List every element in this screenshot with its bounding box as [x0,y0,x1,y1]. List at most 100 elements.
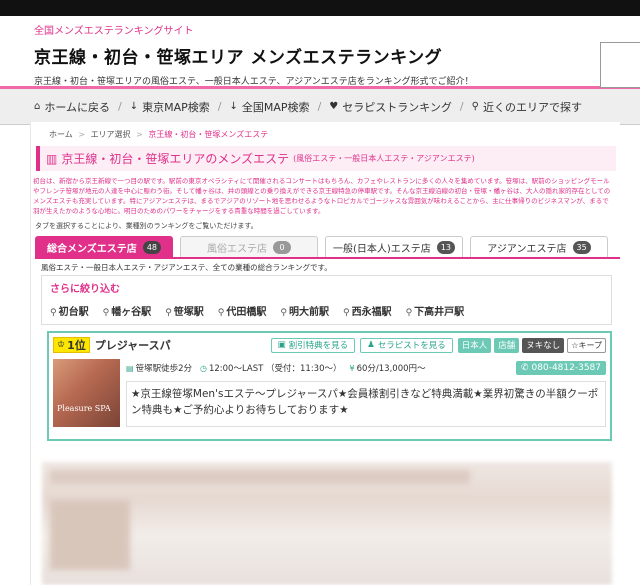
pin-icon: ⚲ [405,308,413,318]
blurred-listing-thumb [50,500,130,570]
tab-fuzoku-count: 0 [273,240,291,254]
category-tabs: 総合メンズエステ店 48 風俗エステ店 0 一般(日本人)エステ店 13 アジア… [35,236,620,257]
station-label: 明大前駅 [288,307,329,318]
breadcrumb-home[interactable]: ホーム [49,130,73,139]
nav-separator: / [118,100,122,113]
rank-label: 1位 [67,339,86,352]
shop-access: 笹塚駅徒歩2分 [135,364,192,374]
station-label: 下高井戸駅 [414,307,465,318]
pin-icon: ⚲ [217,308,225,318]
site-description: 京王線・初台・笹塚エリアの風俗エステ、一般日本人エステ、アジアンエステ店をランキ… [34,77,474,87]
phone-button[interactable]: ✆ 080-4812-3587 [515,361,606,375]
station-link[interactable]: ⚲ 代田橋駅 [218,303,267,318]
nav-tokyo-map-label: 東京MAP検索 [142,100,210,114]
station-link[interactable]: ⚲ 明大前駅 [280,303,329,318]
therapist-button[interactable]: ♟ セラピストを見る [360,337,453,353]
breadcrumb: ホーム > エリア選択 > 京王線・初台・笹塚メンズエステ [31,122,620,144]
breadcrumb-current: 京王線・初台・笹塚メンズエステ [148,130,269,139]
site-header: 全国メンズエステランキングサイト 京王線・初台・笹塚エリア メンズエステランキン… [0,16,640,88]
nav-therapist-ranking[interactable]: ♥ セラピストランキング [329,99,452,115]
therapist-button-label: セラピストを見る [377,341,446,351]
shop-hours: 12:00～LAST （受付：11:30～） [208,364,342,374]
filter-title: さらに絞り込む [50,284,120,295]
shop-price: 60分/13,000円～ [356,364,426,374]
nav-nearby-label: 近くのエリアで探す [482,100,582,114]
breadcrumb-separator: > [136,130,143,139]
station-label: 幡ヶ谷駅 [111,307,152,318]
station-link[interactable]: ⚲ 下高井戸駅 [406,303,465,318]
pin-icon: ⚲ [102,308,110,318]
site-tag[interactable]: 全国メンズエステランキングサイト [34,22,640,37]
pin-icon: ⚲ [342,308,350,318]
nav-separator: / [317,100,322,113]
blurred-listing-header [50,470,470,484]
pin-icon: ⚲ [50,308,57,318]
nav-separator: / [459,100,464,113]
shop-card: ♔ 1位 プレジャースパ ▣ 割引特典を見る ♟ セラピストを見る 日本人 店舗… [47,331,612,441]
tab-panel: 風俗エステ・一般日本人エステ・アジアンエステ、全ての業種の総合ランキングです。 … [35,257,620,441]
badge-store: 店舗 [494,337,520,353]
tab-description: 風俗エステ・一般日本人エステ・アジアンエステ、全ての業種の総合ランキングです。 [41,263,332,272]
nav-home[interactable]: ⌂ ホームに戻る [34,99,110,115]
yen-icon: ¥ [349,363,355,373]
shop-header: ♔ 1位 プレジャースパ ▣ 割引特典を見る ♟ セラピストを見る 日本人 店舗… [49,333,610,357]
shop-thumbnail[interactable]: Pleasure SPA [53,359,120,427]
shop-logo: Pleasure SPA [57,404,111,413]
arrow-down-icon: ↓ [229,101,238,112]
keep-button[interactable]: ☆キープ [567,337,606,353]
badge-japanese: 日本人 [457,337,492,353]
station-link[interactable]: ⚲ 西永福駅 [343,303,392,318]
home-icon: ⌂ [34,101,41,112]
nav-tokyo-map[interactable]: ↓ 東京MAP検索 [130,99,210,115]
badge-nuki: ヌキなし [522,337,565,353]
ticket-icon: ▣ [277,340,286,350]
shop-info: ▤ 笹塚駅徒歩2分 ◷ 12:00～LAST （受付：11:30～） ¥ 60分… [126,359,606,427]
section-title-text: 京王線・初台・笹塚エリアのメンズエステ [61,152,290,166]
nav-japan-map[interactable]: ↓ 全国MAP検索 [230,99,310,115]
clock-icon: ◷ [199,363,207,373]
breadcrumb-separator: > [78,130,86,139]
site-title[interactable]: 京王線・初台・笹塚エリア メンズエステランキング [34,43,640,68]
area-intro: 初台は、新宿から京王新線で一つ目の駅です。駅前の東京オペラシティにて開催されるコ… [33,177,611,215]
phone-number: 080-4812-3587 [531,363,601,373]
crown-icon: ♔ [57,340,66,350]
main-nav: ⌂ ホームに戻る / ↓ 東京MAP検索 / ↓ 全国MAP検索 / ♥ セラピ… [0,89,640,125]
breadcrumb-area[interactable]: エリア選択 [91,130,131,139]
train-icon: ▤ [126,363,134,373]
station-label: 西永福駅 [351,307,392,318]
discount-button-label: 割引特典を見る [288,341,349,351]
nav-therapist-label: セラピストランキング [342,100,452,114]
station-label: 笹塚駅 [173,307,204,318]
nav-japan-map-label: 全国MAP検索 [241,100,310,114]
rank-badge: ♔ 1位 [53,337,90,353]
pin-icon: ⚲ [165,308,172,318]
station-filter: さらに絞り込む ⚲ 初台駅 ⚲ 幡ヶ谷駅 ⚲ 笹塚駅 ⚲ 代田橋駅 ⚲ 明大前駅 ⚲ 西永福… [41,275,612,325]
station-link[interactable]: ⚲ 初台駅 [50,303,89,318]
section-title: ▥ 京王線・初台・笹塚エリアのメンズエステ (風俗エステ・一般日本人エステ・アジ… [36,146,616,171]
shop-name[interactable]: プレジャースパ [95,337,171,353]
discount-button[interactable]: ▣ 割引特典を見る [270,337,356,353]
shop-body: Pleasure SPA ▤ 笹塚駅徒歩2分 ◷ 12:00～LAST （受付：… [49,357,610,429]
pin-icon: ⚲ [280,308,287,318]
tab-fuzoku[interactable]: 風俗エステ店 0 [180,236,318,257]
heart-icon: ♥ [329,101,339,112]
person-icon: ♟ [367,340,375,350]
tab-japanese-label: 一般(日本人)エステ店 [333,243,431,255]
station-link[interactable]: ⚲ 笹塚駅 [165,303,204,318]
station-link[interactable]: ⚲ 幡ヶ谷駅 [103,303,152,318]
station-list: ⚲ 初台駅 ⚲ 幡ヶ谷駅 ⚲ 笹塚駅 ⚲ 代田橋駅 ⚲ 明大前駅 ⚲ 西永福駅 ⚲ 下高井戸駅 [50,303,603,318]
shop-icon: ▥ [46,151,58,166]
nav-nearby[interactable]: ⚲ 近くのエリアで探す [472,99,582,115]
tab-asian[interactable]: アジアンエステ店 35 [470,236,608,257]
tab-japanese[interactable]: 一般(日本人)エステ店 13 [325,236,463,257]
station-label: 代田橋駅 [226,307,267,318]
arrow-down-icon: ↓ [129,101,139,112]
tab-all-count: 48 [142,240,161,254]
tab-asian-label: アジアンエステ店 [487,243,567,255]
section-subtitle: (風俗エステ・一般日本人エステ・アジアンエステ) [293,154,475,163]
header-box[interactable] [600,42,640,88]
tab-fuzoku-label: 風俗エステ店 [207,243,267,255]
shop-meta: ▤ 笹塚駅徒歩2分 ◷ 12:00～LAST （受付：11:30～） ¥ 60分… [126,359,606,377]
location-icon: ⚲ [471,101,479,112]
tab-all[interactable]: 総合メンズエステ店 48 [35,236,173,257]
